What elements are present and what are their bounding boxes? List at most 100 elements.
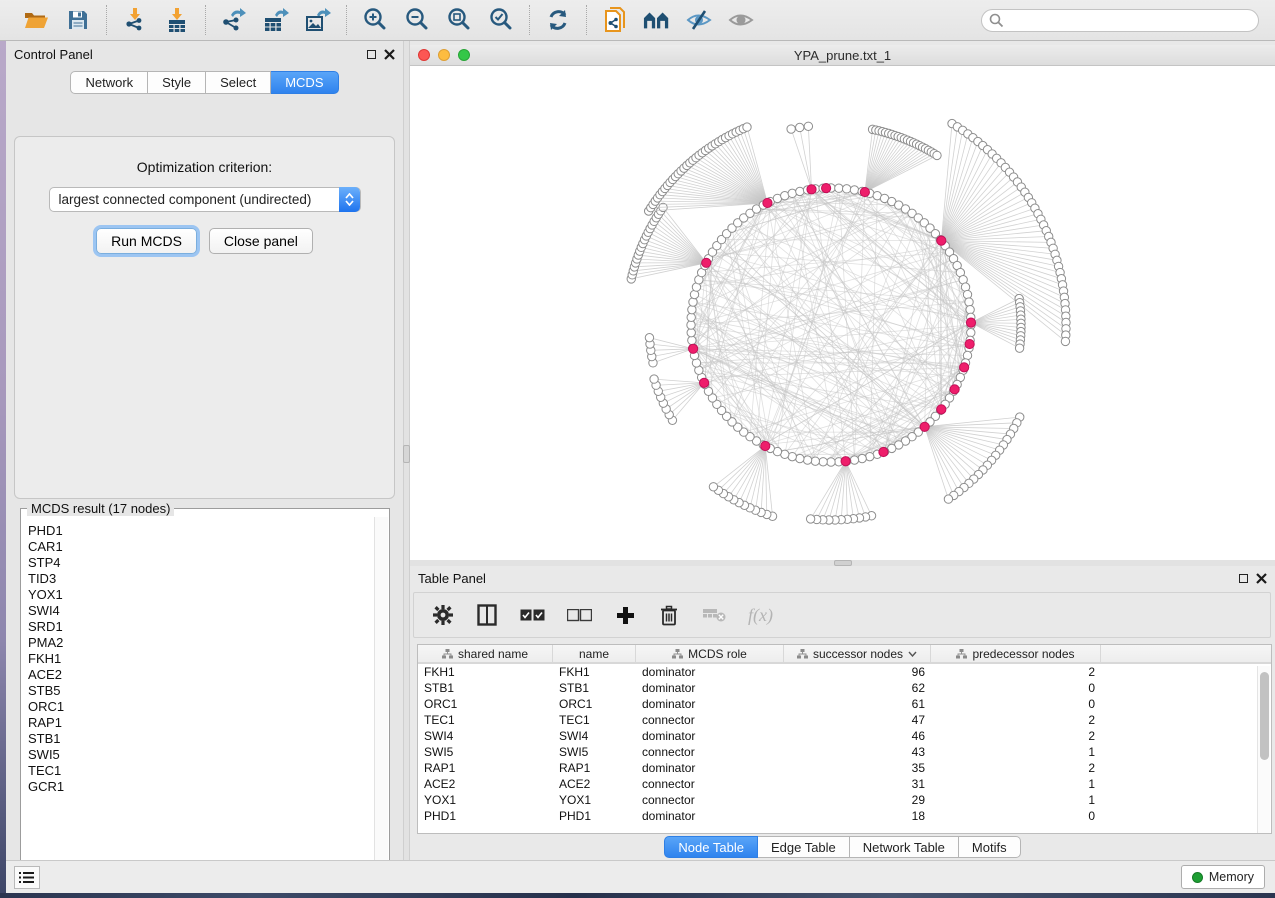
namespace-icon (956, 649, 967, 659)
splitter-handle[interactable] (403, 445, 410, 463)
table-row[interactable]: YOX1YOX1connector291 (418, 792, 1271, 808)
list-item[interactable]: RAP1 (28, 715, 374, 731)
task-history-button[interactable] (14, 866, 40, 889)
close-panel-button[interactable]: Close panel (209, 228, 313, 254)
network-canvas-area[interactable] (410, 66, 1275, 560)
list-item[interactable]: SWI4 (28, 603, 374, 619)
select-all-columns-button[interactable] (520, 603, 545, 627)
list-item[interactable]: TID3 (28, 571, 374, 587)
control-panel-tab-bar: Network Style Select MCDS (6, 71, 403, 94)
table-settings-button[interactable] (432, 603, 454, 627)
save-session-button[interactable] (64, 6, 92, 34)
fx-icon: f(x) (748, 605, 773, 626)
list-item[interactable]: TEC1 (28, 763, 374, 779)
zoom-in-button[interactable] (361, 6, 389, 34)
table-row[interactable]: ACE2ACE2connector311 (418, 776, 1271, 792)
tab-style[interactable]: Style (148, 71, 206, 94)
memory-button[interactable]: Memory (1181, 865, 1265, 889)
criterion-dropdown[interactable]: largest connected component (undirected) (49, 187, 361, 212)
search-icon (989, 13, 1004, 28)
tab-node-table[interactable]: Node Table (664, 836, 758, 858)
column-header-predecessor-nodes[interactable]: predecessor nodes (931, 645, 1101, 662)
list-item[interactable]: SWI5 (28, 747, 374, 763)
list-item[interactable]: ORC1 (28, 699, 374, 715)
export-table-button[interactable] (262, 6, 290, 34)
create-column-button[interactable] (614, 603, 636, 627)
table-row[interactable]: FKH1FKH1dominator962 (418, 664, 1271, 680)
table-scrollbar[interactable] (1257, 666, 1270, 834)
network-window-title: YPA_prune.txt_1 (410, 48, 1275, 63)
gear-icon (432, 604, 454, 626)
tab-network[interactable]: Network (70, 71, 148, 94)
float-panel-button[interactable] (1239, 574, 1248, 583)
scrollbar-thumb[interactable] (1260, 672, 1269, 760)
show-columns-button[interactable] (476, 603, 498, 627)
mcds-result-list[interactable]: PHD1 CAR1 STP4 TID3 YOX1 SWI4 SRD1 PMA2 … (22, 517, 374, 877)
table-toolbar: f(x) (413, 592, 1271, 638)
node-table: shared name name MCDS role successor nod… (417, 644, 1272, 834)
main-toolbar (0, 0, 1275, 41)
open-file-button[interactable] (22, 6, 50, 34)
table-panel-title: Table Panel (418, 571, 486, 586)
column-header-mcds-role[interactable]: MCDS role (636, 645, 784, 662)
table-row[interactable]: ORC1ORC1dominator610 (418, 696, 1271, 712)
export-network-button[interactable] (220, 6, 248, 34)
list-item[interactable]: GCR1 (28, 779, 374, 795)
list-item[interactable]: SRD1 (28, 619, 374, 635)
unselect-all-columns-button[interactable] (567, 603, 592, 627)
import-table-button[interactable] (163, 6, 191, 34)
share-network-button[interactable] (601, 6, 629, 34)
zoom-fit-button[interactable] (445, 6, 473, 34)
column-header-shared-name[interactable]: shared name (418, 645, 553, 662)
zoom-selected-button[interactable] (487, 6, 515, 34)
first-neighbors-button[interactable] (643, 6, 671, 34)
table-row[interactable]: SWI4SWI4dominator462 (418, 728, 1271, 744)
close-panel-icon[interactable] (1256, 573, 1267, 584)
list-item[interactable]: STB5 (28, 683, 374, 699)
list-item[interactable]: PMA2 (28, 635, 374, 651)
tab-mcds[interactable]: MCDS (271, 71, 338, 94)
tab-edge-table[interactable]: Edge Table (758, 836, 850, 858)
list-item[interactable]: ACE2 (28, 667, 374, 683)
export-image-button[interactable] (304, 6, 332, 34)
network-canvas[interactable] (410, 66, 1275, 560)
checked-boxes-icon (520, 609, 545, 622)
delete-columns-button[interactable] (658, 603, 680, 627)
table-row[interactable]: TEC1TEC1connector472 (418, 712, 1271, 728)
column-header-name[interactable]: name (553, 645, 636, 662)
show-all-button[interactable] (727, 6, 755, 34)
list-item[interactable]: FKH1 (28, 651, 374, 667)
table-row[interactable]: STB1STB1dominator620 (418, 680, 1271, 696)
tab-motifs[interactable]: Motifs (959, 836, 1021, 858)
list-item[interactable]: STP4 (28, 555, 374, 571)
float-panel-button[interactable] (367, 50, 376, 59)
import-network-button[interactable] (121, 6, 149, 34)
list-item[interactable]: STB1 (28, 731, 374, 747)
unchecked-boxes-icon (567, 609, 592, 622)
tab-select[interactable]: Select (206, 71, 271, 94)
namespace-icon (672, 649, 683, 659)
column-header-successor-nodes[interactable]: successor nodes (784, 645, 931, 662)
search-input[interactable] (981, 9, 1259, 32)
hide-selected-button[interactable] (685, 6, 713, 34)
plus-icon (616, 606, 635, 625)
result-scrollbar[interactable] (374, 517, 388, 877)
import-network-icon (123, 7, 147, 33)
list-item[interactable]: YOX1 (28, 587, 374, 603)
zoom-out-button[interactable] (403, 6, 431, 34)
tab-network-table[interactable]: Network Table (850, 836, 959, 858)
list-item[interactable]: CAR1 (28, 539, 374, 555)
table-row[interactable]: SWI5SWI5connector431 (418, 744, 1271, 760)
vertical-splitter[interactable] (403, 41, 410, 860)
table-row[interactable]: PHD1PHD1dominator180 (418, 808, 1271, 824)
close-panel-icon[interactable] (384, 49, 395, 60)
trash-icon (660, 605, 678, 626)
list-item[interactable]: PHD1 (28, 523, 374, 539)
run-mcds-button[interactable]: Run MCDS (96, 228, 197, 254)
apply-layout-button[interactable] (544, 6, 572, 34)
columns-icon (477, 604, 497, 626)
table-row[interactable]: RAP1RAP1dominator352 (418, 760, 1271, 776)
network-window-titlebar[interactable]: YPA_prune.txt_1 (410, 45, 1275, 66)
zoom-fit-icon (446, 7, 472, 33)
dropdown-stepper-icon (339, 187, 360, 212)
